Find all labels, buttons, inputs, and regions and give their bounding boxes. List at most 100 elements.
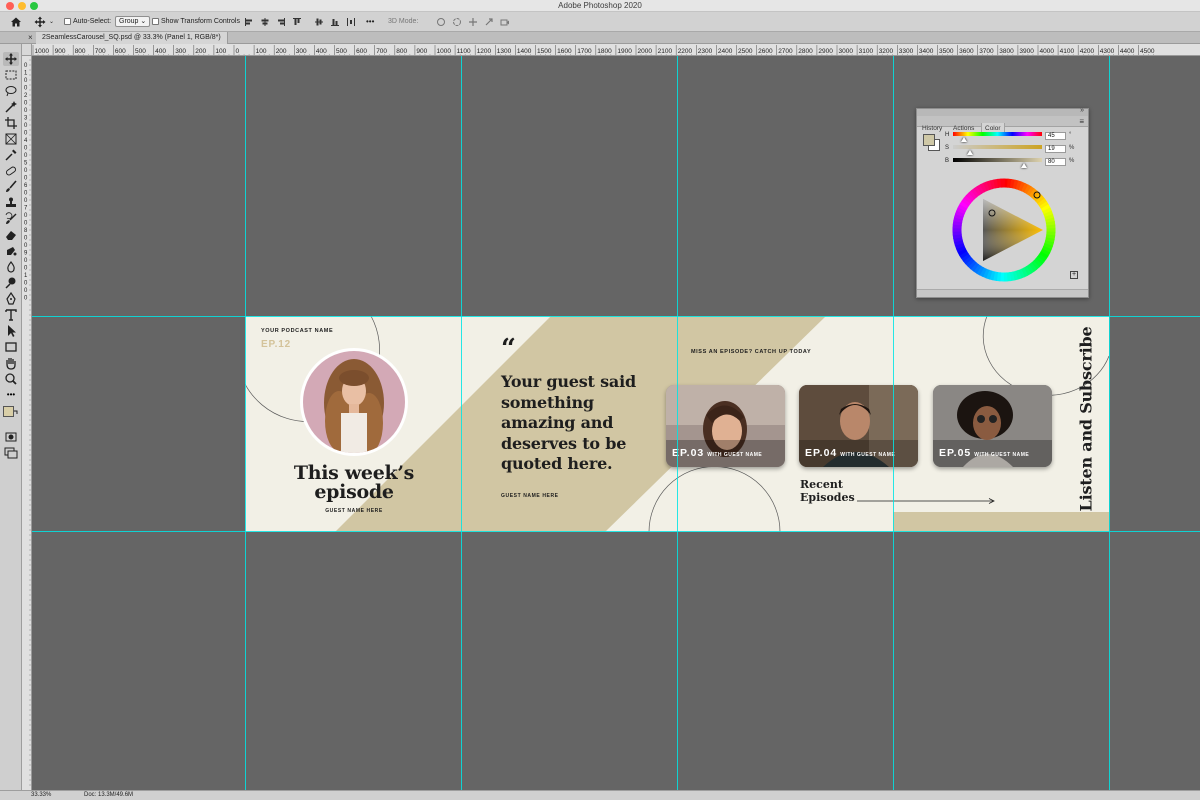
shape-tool-icon[interactable] bbox=[3, 340, 19, 354]
3d-roll-icon[interactable] bbox=[452, 17, 462, 27]
zoom-level[interactable]: 33.33% bbox=[31, 791, 51, 800]
brightness-value-input[interactable]: 80 bbox=[1045, 158, 1066, 166]
ruler-label: 900 bbox=[416, 48, 427, 55]
ruler-label: 3000 bbox=[839, 48, 854, 55]
3d-drag-icon[interactable] bbox=[468, 17, 478, 27]
ruler-label: 1100 bbox=[457, 48, 471, 55]
add-swatch-icon[interactable]: + bbox=[1070, 271, 1078, 279]
auto-select-checkbox[interactable] bbox=[64, 17, 71, 25]
align-center-h-icon[interactable] bbox=[260, 17, 270, 27]
lasso-tool-icon[interactable] bbox=[3, 84, 19, 98]
ruler-label: 3500 bbox=[939, 48, 954, 55]
color-wheel[interactable] bbox=[949, 175, 1059, 285]
brightness-label: B bbox=[945, 158, 950, 164]
marquee-tool-icon[interactable] bbox=[3, 68, 19, 82]
transform-controls-label: Show Transform Controls bbox=[161, 18, 240, 25]
ruler-label: 5 bbox=[24, 161, 28, 167]
ruler-label: 2000 bbox=[638, 48, 653, 55]
ruler-label: 3900 bbox=[1019, 48, 1034, 55]
hand-tool-icon[interactable] bbox=[3, 356, 19, 370]
panel-collapse-icon[interactable]: » bbox=[1080, 107, 1084, 114]
episode-label: EP.03 WITH GUEST NAME bbox=[672, 443, 762, 461]
podcast-name: YOUR PODCAST NAME bbox=[261, 328, 334, 334]
ruler-label: 1600 bbox=[557, 48, 572, 55]
ruler-label: 0 bbox=[24, 86, 28, 92]
ruler-label: 0 bbox=[24, 146, 28, 152]
3d-slide-icon[interactable] bbox=[484, 17, 494, 27]
panel-drag-bar[interactable]: » bbox=[917, 107, 1088, 116]
align-middle-v-icon[interactable] bbox=[314, 17, 324, 27]
align-top-icon[interactable] bbox=[292, 17, 302, 27]
chevron-down-icon[interactable]: ⌄ bbox=[49, 12, 54, 32]
saturation-value-input[interactable]: 19 bbox=[1045, 145, 1066, 153]
ruler-label: 8 bbox=[24, 228, 28, 234]
brightness-slider[interactable] bbox=[953, 158, 1042, 162]
home-icon[interactable] bbox=[10, 16, 22, 28]
guide-line-horizontal[interactable] bbox=[32, 531, 1200, 532]
quote-mark-icon: “ bbox=[501, 334, 516, 364]
ruler-origin[interactable] bbox=[22, 44, 32, 56]
more-tools-icon[interactable]: ••• bbox=[3, 388, 19, 402]
hue-slider[interactable] bbox=[953, 132, 1042, 136]
document-tab[interactable]: 2SeamlessCarousel_SQ.psd @ 33.3% (Panel … bbox=[36, 32, 228, 44]
saturation-slider[interactable] bbox=[953, 145, 1042, 149]
ruler-label: 500 bbox=[135, 48, 146, 55]
guide-line-vertical[interactable] bbox=[245, 56, 246, 790]
guide-line-vertical[interactable] bbox=[1109, 56, 1110, 790]
guide-line-vertical[interactable] bbox=[461, 56, 462, 790]
episode-guest-label: WITH GUEST NAME bbox=[974, 452, 1030, 458]
3d-camera-icon[interactable] bbox=[500, 17, 510, 27]
vertical-ruler[interactable]: 01002003004005006007008009001000 bbox=[22, 56, 32, 790]
blur-tool-icon[interactable] bbox=[3, 260, 19, 274]
listen-subscribe-text: Listen and Subscribe bbox=[1076, 326, 1096, 512]
magic-wand-tool-icon[interactable] bbox=[3, 100, 19, 114]
gradient-tool-icon[interactable] bbox=[3, 244, 19, 258]
transform-controls-checkbox[interactable] bbox=[152, 17, 159, 25]
dodge-tool-icon[interactable] bbox=[3, 276, 19, 290]
episode-card: EP.05 WITH GUEST NAME bbox=[933, 385, 1052, 467]
ruler-label: 0 bbox=[24, 221, 28, 227]
frame-tool-icon[interactable] bbox=[3, 132, 19, 146]
guide-line-horizontal[interactable] bbox=[32, 316, 1200, 317]
distribute-icon[interactable] bbox=[346, 17, 356, 27]
auto-select-control[interactable]: Auto-Select: bbox=[64, 12, 111, 32]
auto-select-dropdown[interactable]: Group ⌄ bbox=[115, 12, 151, 32]
guide-line-vertical[interactable] bbox=[893, 56, 894, 790]
saturation-slider-knob[interactable] bbox=[967, 150, 973, 155]
move-tool-icon[interactable] bbox=[3, 52, 19, 66]
stamp-tool-icon[interactable] bbox=[3, 196, 19, 210]
align-bottom-icon[interactable] bbox=[330, 17, 340, 27]
healing-tool-icon[interactable] bbox=[3, 164, 19, 178]
brush-tool-icon[interactable] bbox=[3, 180, 19, 194]
ruler-label: 500 bbox=[336, 48, 347, 55]
tab-history[interactable]: History bbox=[919, 123, 945, 134]
foreground-color-swatch[interactable] bbox=[3, 406, 14, 417]
history-brush-tool-icon[interactable] bbox=[3, 212, 19, 226]
move-tool-preset-icon[interactable] bbox=[34, 16, 46, 28]
ruler-label: 1200 bbox=[477, 48, 492, 55]
panel-foreground-swatch[interactable] bbox=[923, 134, 935, 146]
panel-menu-icon[interactable]: ≡ bbox=[1079, 116, 1084, 127]
pen-tool-icon[interactable] bbox=[3, 292, 19, 306]
brightness-slider-knob[interactable] bbox=[1021, 163, 1027, 168]
hue-slider-knob[interactable] bbox=[961, 137, 967, 142]
path-select-tool-icon[interactable] bbox=[3, 324, 19, 338]
close-tab-icon[interactable]: × bbox=[28, 32, 33, 44]
3d-orbit-icon[interactable] bbox=[436, 17, 446, 27]
transform-controls-control[interactable]: Show Transform Controls bbox=[152, 12, 240, 32]
crop-tool-icon[interactable] bbox=[3, 116, 19, 130]
align-left-icon[interactable] bbox=[244, 17, 254, 27]
guide-line-vertical[interactable] bbox=[677, 56, 678, 790]
ruler-label: 0 bbox=[24, 258, 28, 264]
screen-mode-icon[interactable] bbox=[3, 446, 19, 460]
more-options-icon[interactable]: ••• bbox=[366, 12, 374, 32]
quick-mask-icon[interactable] bbox=[3, 430, 19, 444]
eraser-tool-icon[interactable] bbox=[3, 228, 19, 242]
type-tool-icon[interactable] bbox=[3, 308, 19, 322]
align-right-icon[interactable] bbox=[276, 17, 286, 27]
hue-value-input[interactable]: 45 bbox=[1045, 132, 1066, 140]
zoom-tool-icon[interactable] bbox=[3, 372, 19, 386]
vertical-ruler-ticks: 01002003004005006007008009001000 bbox=[24, 59, 31, 786]
eyedropper-tool-icon[interactable] bbox=[3, 148, 19, 162]
horizontal-ruler[interactable]: 1000 900 800 700 600 500 400 300 200 100 0 100 200 30… bbox=[32, 44, 1200, 56]
